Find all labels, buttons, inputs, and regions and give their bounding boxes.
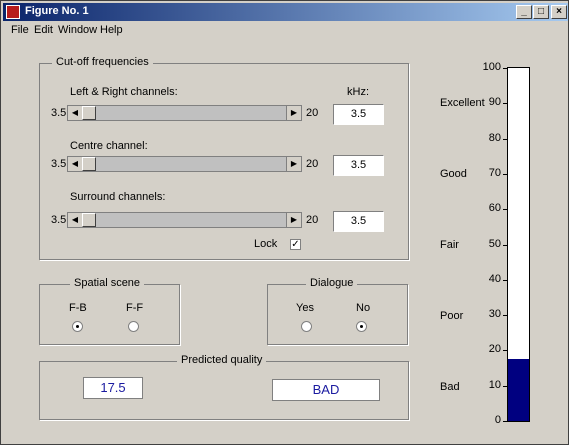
left-right-min: 3.5 bbox=[51, 107, 67, 119]
figure-window: Figure No. 1 _ □ × File Edit Window Help… bbox=[0, 0, 569, 445]
quality-axis-tick-label: 100 bbox=[482, 61, 501, 73]
spatial-panel-title: Spatial scene bbox=[70, 277, 145, 289]
left-right-max: 20 bbox=[306, 107, 319, 119]
quality-axis-tick-label: 40 bbox=[488, 272, 501, 285]
scale-label-bad: Bad bbox=[440, 381, 460, 393]
surround-slider[interactable]: ◀ ▶ bbox=[67, 212, 302, 228]
quality-bar bbox=[507, 67, 530, 422]
dialogue-yes-label: Yes bbox=[296, 302, 314, 314]
dialogue-no-label: No bbox=[356, 302, 371, 314]
quality-axis-tick-label: 10 bbox=[488, 378, 501, 391]
dialogue-panel-title: Dialogue bbox=[306, 277, 358, 289]
window-title: Figure No. 1 bbox=[25, 5, 89, 17]
quality-axis-tick-label: 20 bbox=[488, 343, 501, 356]
lock-checkbox[interactable]: ✓ bbox=[290, 239, 301, 250]
quality-axis-tick-label: 70 bbox=[488, 166, 501, 179]
quality-axis-tick-label: 80 bbox=[488, 131, 501, 144]
quality-axis-tick-label: 60 bbox=[488, 202, 501, 215]
left-right-label: Left & Right channels: bbox=[70, 86, 178, 98]
centre-slider[interactable]: ◀ ▶ bbox=[67, 156, 302, 172]
centre-min: 3.5 bbox=[51, 158, 67, 170]
radio-selected-dot bbox=[76, 325, 79, 328]
scale-label-fair: Fair bbox=[440, 239, 459, 251]
slider-thumb[interactable] bbox=[82, 106, 96, 120]
predicted-score-value: 17.5 bbox=[83, 377, 143, 399]
quality-axis-tick-label: 50 bbox=[488, 237, 501, 250]
quality-axis-tick-label: 0 bbox=[494, 414, 501, 426]
slider-right-arrow-icon[interactable]: ▶ bbox=[286, 157, 301, 171]
matlab-figure-icon bbox=[6, 5, 20, 19]
dialogue-no-radio[interactable] bbox=[356, 321, 367, 332]
centre-khz-input[interactable]: 3.5 bbox=[333, 155, 384, 176]
predicted-grade-value: BAD bbox=[272, 379, 380, 401]
menu-file[interactable]: File bbox=[11, 24, 29, 36]
slider-left-arrow-icon[interactable]: ◀ bbox=[68, 157, 83, 171]
scale-label-poor: Poor bbox=[440, 310, 464, 322]
title-bar[interactable]: Figure No. 1 _ □ × bbox=[3, 3, 568, 21]
spatial-ff-label: F-F bbox=[126, 302, 144, 314]
slider-right-arrow-icon[interactable]: ▶ bbox=[286, 106, 301, 120]
radio-selected-dot bbox=[360, 325, 363, 328]
quality-bar-fill bbox=[508, 359, 529, 421]
menu-edit[interactable]: Edit bbox=[34, 24, 53, 36]
menu-help[interactable]: Help bbox=[100, 24, 123, 36]
menu-bar: File Edit Window Help bbox=[3, 22, 568, 39]
spatial-ff-radio[interactable] bbox=[128, 321, 139, 332]
dialogue-panel: Dialogue bbox=[267, 277, 408, 345]
surround-khz-input[interactable]: 3.5 bbox=[333, 211, 384, 232]
slider-right-arrow-icon[interactable]: ▶ bbox=[286, 213, 301, 227]
surround-min: 3.5 bbox=[51, 214, 67, 226]
slider-thumb[interactable] bbox=[82, 157, 96, 171]
quality-axis-tick-label: 90 bbox=[488, 96, 501, 109]
slider-thumb[interactable] bbox=[82, 213, 96, 227]
centre-max: 20 bbox=[306, 158, 319, 170]
left-right-slider[interactable]: ◀ ▶ bbox=[67, 105, 302, 121]
surround-max: 20 bbox=[306, 214, 319, 226]
surround-label: Surround channels: bbox=[70, 191, 166, 203]
dialogue-yes-radio[interactable] bbox=[301, 321, 312, 332]
menu-window[interactable]: Window bbox=[58, 24, 97, 36]
predicted-panel-title: Predicted quality bbox=[177, 354, 267, 366]
slider-left-arrow-icon[interactable]: ◀ bbox=[68, 106, 83, 120]
minimize-button[interactable]: _ bbox=[516, 5, 532, 19]
centre-label: Centre channel: bbox=[70, 140, 148, 152]
scale-label-good: Good bbox=[440, 168, 467, 180]
maximize-button[interactable]: □ bbox=[533, 5, 549, 19]
khz-label: kHz: bbox=[347, 86, 369, 98]
slider-left-arrow-icon[interactable]: ◀ bbox=[68, 213, 83, 227]
left-right-khz-input[interactable]: 3.5 bbox=[333, 104, 384, 125]
lock-label: Lock bbox=[254, 238, 278, 250]
spatial-scene-panel: Spatial scene bbox=[39, 277, 180, 345]
close-button[interactable]: × bbox=[551, 5, 567, 19]
spatial-fb-radio[interactable] bbox=[72, 321, 83, 332]
quality-axis-tick-label: 30 bbox=[488, 308, 501, 321]
spatial-fb-label: F-B bbox=[69, 302, 87, 314]
cutoff-panel-title: Cut-off frequencies bbox=[52, 56, 153, 68]
